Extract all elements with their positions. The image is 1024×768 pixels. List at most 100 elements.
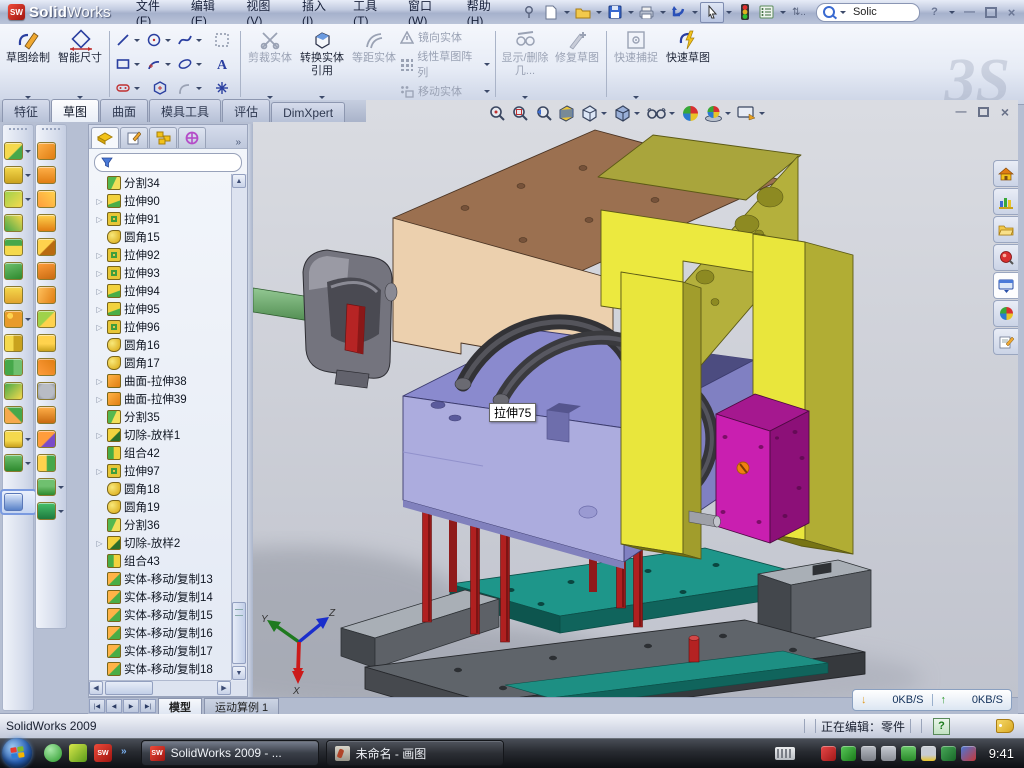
tree-item[interactable]: ▷ 圆角18 [90, 480, 231, 498]
taskbar-task-button[interactable]: 未命名 - 画图 [326, 740, 504, 766]
taskbar-task-button[interactable]: SW SolidWorks 2009 - ... [141, 740, 319, 766]
doc-tab[interactable]: 模型 [158, 698, 202, 714]
magenta-insert-block[interactable] [716, 394, 809, 543]
expand-arrow-icon[interactable]: ▷ [95, 377, 104, 386]
text-icon[interactable]: A [206, 52, 237, 76]
tree-item[interactable]: ▷ 拉伸94 [90, 282, 231, 300]
draft-icon[interactable] [4, 214, 33, 232]
freeform-icon[interactable] [37, 502, 66, 520]
status-help-icon[interactable]: ? [933, 718, 950, 735]
file-explorer-icon[interactable] [993, 216, 1018, 243]
polygon-icon[interactable] [144, 76, 175, 100]
ribbon-tab[interactable]: 评估 [222, 99, 270, 122]
select-dropdown-icon[interactable] [726, 11, 732, 14]
line-icon[interactable] [113, 28, 144, 52]
parting-line-icon[interactable] [37, 430, 66, 448]
doc-tab[interactable]: 运动算例 1 [204, 698, 279, 714]
untrim-surface-icon[interactable] [37, 406, 66, 424]
solidworks-search-icon[interactable] [993, 244, 1018, 271]
quick-snaps-dropdown-icon[interactable] [633, 96, 639, 99]
trim-surface-icon[interactable] [37, 238, 66, 256]
tree-item[interactable]: ▷ 曲面-拉伸39 [90, 390, 231, 408]
tree-item[interactable]: ▷ 拉伸92 [90, 246, 231, 264]
planar-surface-icon[interactable] [37, 286, 66, 304]
slot-icon[interactable] [113, 76, 144, 100]
tree-filter-box[interactable] [94, 153, 242, 172]
featuremanager-tab-icon[interactable] [91, 127, 119, 148]
doc-nav-button[interactable]: ▶ [123, 699, 139, 713]
linear-pattern-dropdown-icon[interactable] [484, 63, 490, 66]
model-scene[interactable]: Y Z X [253, 122, 1018, 697]
mold-split-icon[interactable] [37, 454, 66, 472]
zoom-fit-icon[interactable] [486, 103, 509, 124]
search-box[interactable] [816, 3, 920, 22]
tree-item[interactable]: ▷ 实体-移动/复制16 [90, 624, 231, 642]
display-style-icon[interactable] [611, 103, 644, 124]
chamfer-icon[interactable] [4, 190, 33, 208]
scroll-up-icon[interactable]: ▲ [232, 174, 246, 188]
toolbar-grip[interactable] [9, 128, 27, 135]
search-dropdown-icon[interactable] [840, 11, 846, 14]
new-dropdown-icon[interactable] [564, 11, 570, 14]
expand-arrow-icon[interactable]: ▷ [95, 539, 104, 548]
tree-item[interactable]: ▷ 实体-移动/复制14 [90, 588, 231, 606]
update-gear-icon[interactable] [861, 746, 876, 761]
move-body-icon[interactable] [4, 406, 33, 424]
split-body-icon[interactable] [4, 262, 33, 280]
pallet-icon[interactable] [993, 272, 1018, 299]
expand-arrow-icon[interactable]: ▷ [95, 395, 104, 404]
intersect-icon[interactable] [4, 358, 33, 376]
appearances-icon[interactable] [993, 300, 1018, 327]
tree-item[interactable]: ▷ 拉伸90 [90, 192, 231, 210]
doc-nav-button[interactable]: |◀ [89, 699, 105, 713]
scroll-right-icon[interactable]: ▶ [217, 681, 231, 695]
volume-icon[interactable] [881, 746, 896, 761]
minimize-icon[interactable]: — [961, 5, 978, 20]
selection-box-icon[interactable] [206, 28, 237, 52]
print-dropdown-icon[interactable] [660, 11, 666, 14]
undo-icon[interactable] [668, 3, 690, 22]
expand-arrow-icon[interactable]: ▷ [95, 431, 104, 440]
tree-item[interactable]: ▷ 圆角16 [90, 336, 231, 354]
expand-arrow-icon[interactable]: ▷ [95, 467, 104, 476]
tree-horizontal-scrollbar[interactable]: ◀ ▶ [89, 680, 231, 696]
extend-surface-icon[interactable] [37, 190, 66, 208]
keyboard-layout-icon[interactable] [775, 747, 795, 760]
expand-arrow-icon[interactable]: ▷ [95, 323, 104, 332]
move-entities-button[interactable]: 移动实体 [400, 83, 492, 99]
doc-nav-button[interactable]: ▶| [140, 699, 156, 713]
restore-icon[interactable] [982, 5, 999, 20]
scroll-left-icon[interactable]: ◀ [89, 681, 103, 695]
cavity-icon[interactable] [4, 166, 33, 184]
tree-item[interactable]: ▷ 组合43 [90, 552, 231, 570]
small-pin[interactable] [689, 636, 699, 663]
help-icon[interactable]: ? [926, 5, 943, 20]
swept-surface-icon[interactable] [37, 142, 66, 160]
messenger-quicklaunch-icon[interactable] [44, 744, 62, 762]
propertymanager-tab-icon[interactable] [120, 127, 148, 148]
tag-icon[interactable] [996, 719, 1014, 733]
delete-body-icon[interactable] [4, 430, 33, 448]
taskbar-clock[interactable]: 9:41 [989, 746, 1014, 761]
rectangle-icon[interactable] [113, 52, 144, 76]
tree-item[interactable]: ▷ 切除-放样1 [90, 426, 231, 444]
configurationmanager-tab-icon[interactable] [149, 127, 177, 148]
tree-item[interactable]: ▷ 分割36 [90, 516, 231, 534]
point-icon[interactable] [206, 76, 237, 100]
view-settings-icon[interactable] [735, 104, 769, 123]
rebuild-traffic-light-icon[interactable] [734, 3, 756, 22]
offset-surface-icon[interactable] [37, 262, 66, 280]
sketch-fillet-icon[interactable] [175, 76, 206, 100]
tree-item[interactable]: ▷ 分割34 [90, 174, 231, 192]
expand-arrow-icon[interactable]: ▷ [95, 269, 104, 278]
tree-item[interactable]: ▷ 拉伸96 [90, 318, 231, 336]
edit-appearance-icon[interactable] [679, 103, 702, 124]
expand-arrow-icon[interactable]: ▷ [95, 305, 104, 314]
repair-sketch-button[interactable]: 修复草图 [551, 26, 603, 102]
upload-green-icon[interactable] [901, 746, 916, 761]
new-document-icon[interactable] [540, 3, 562, 22]
ribbon-tab[interactable]: 曲面 [100, 99, 148, 122]
smart-dimension-button[interactable]: 智能尺寸 [54, 26, 106, 102]
tree-item[interactable]: ▷ 分割35 [90, 408, 231, 426]
scroll-thumb[interactable] [232, 602, 246, 664]
